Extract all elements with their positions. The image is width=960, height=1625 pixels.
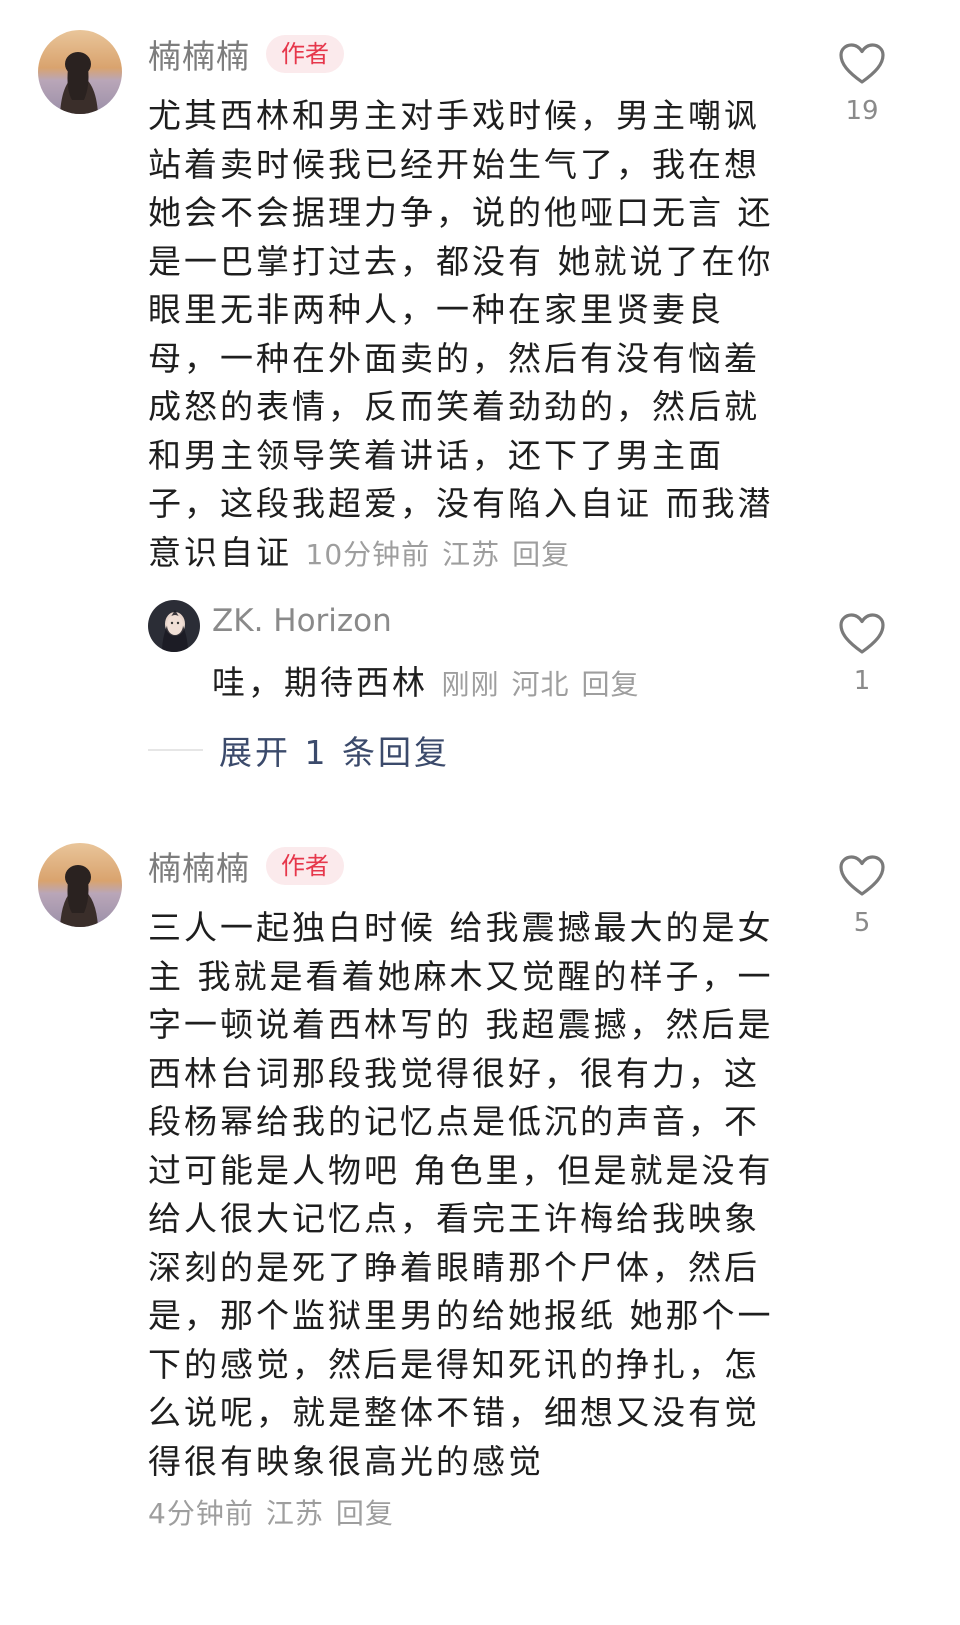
reply-text: 哇，期待西林 [212,663,428,702]
comment-line: 下的感觉，然后是得知死讯的挣扎，怎 [148,1344,760,1384]
like-count: 19 [845,96,879,126]
comment-line: 是，那个监狱里男的给她报纸 她那个一 [148,1296,774,1335]
reply-meta: 刚刚 河北 回复 [442,668,652,701]
timestamp: 刚刚 [441,668,500,701]
username[interactable]: 楠楠楠 [148,842,250,890]
location: 河北 [511,668,570,701]
reply-button[interactable]: 回复 [582,668,640,701]
comment-text: 尤其西林和男主对手戏时候，男主嘲讽 站着卖时候我已经开始生气了，我在想 她会不会… [148,92,788,577]
like-count: 1 [853,666,871,696]
expand-replies-label[interactable]: 展开 1 条回复 [219,726,450,774]
comment-line: 是一巴掌打过去，都没有 她就说了在你 [148,241,774,281]
comment-list: 楠楠楠 作者 尤其西林和男主对手戏时候，男主嘲讽 站着卖时候我已经开始生气了，我… [0,0,960,1625]
comment-line: 意识自证 [148,532,292,572]
divider [148,749,203,751]
comment-line: 成怒的表情，反而笑着劲劲的，然后就 [148,387,760,426]
comment-line: 站着卖时候我已经开始生气了，我在想 [148,144,760,184]
comment-line: 字一顿说着西林写的 我超震撼，然后是 [148,1005,774,1044]
comment-line: 么说呢，就是整体不错，细想又没有觉 [148,1393,760,1432]
comment-text: 三人一起独白时候 给我震撼最大的是女 主 我就是看着她麻木又觉醒的样子，一 字一… [148,904,788,1486]
comment-line: 给人很大记忆点，看完王许梅给我映象 [148,1199,760,1238]
reply-button[interactable]: 回复 [336,1497,394,1530]
comment-line: 她会不会据理力争，说的他哑口无言 还 [148,193,774,232]
comment-line: 尤其西林和男主对手戏时候，男主嘲讽 [148,96,760,135]
heart-outline-icon [839,613,885,654]
location: 江苏 [442,537,501,571]
comment-line: 过可能是人物吧 角色里，但是就是没有 [148,1150,774,1190]
comment-line: 西林台词那段我觉得很好，很有力，这 [148,1053,760,1093]
timestamp: 4分钟前 [148,1497,254,1530]
location: 江苏 [265,1497,324,1530]
author-badge: 作者 [266,847,344,885]
comment-line: 段杨幂给我的记忆点是低沉的声音，不 [148,1102,760,1141]
comment-line: 和男主领导笑着讲话，还下了男主面 [148,435,724,475]
reply-content: 哇，期待西林 刚刚 河北 回复 [212,656,652,704]
comment-line: 母，一种在外面卖的，然后有没有恼羞 [148,338,760,378]
timestamp: 10分钟前 [305,537,431,571]
comment-line: 得很有映象很高光的感觉 [148,1441,544,1481]
like-button[interactable]: 19 [832,42,892,126]
comment-line: 三人一起独白时候 给我震撼最大的是女 [148,908,774,947]
comment-meta: 4分钟前 江苏 回复 [148,1492,406,1532]
comment-meta: 10分钟前 江苏 回复 [306,538,583,571]
heart-outline-icon [839,43,885,84]
reply-avatar[interactable] [148,600,200,652]
comment-line: 子，这段我超爱，没有陷入自证 而我潜 [148,484,774,523]
avatar[interactable] [38,30,122,114]
expand-replies-button[interactable]: 展开 1 条回复 [148,728,450,772]
like-count: 5 [853,908,871,938]
like-button[interactable]: 5 [832,854,892,938]
avatar[interactable] [38,843,122,927]
reply-button[interactable]: 回复 [512,538,570,571]
comment-line: 主 我就是看着她麻木又觉醒的样子，一 [148,956,774,996]
author-badge: 作者 [266,35,344,73]
comment-line: 深刻的是死了睁着眼睛那个尸体，然后 [148,1247,760,1287]
heart-outline-icon [839,855,885,896]
comment-line: 眼里无非两种人，一种在家里贤妻良 [148,290,724,329]
username[interactable]: 楠楠楠 [148,30,250,78]
reply-like-button[interactable]: 1 [832,612,892,696]
reply-username[interactable]: ZK. Horizon [212,603,392,639]
